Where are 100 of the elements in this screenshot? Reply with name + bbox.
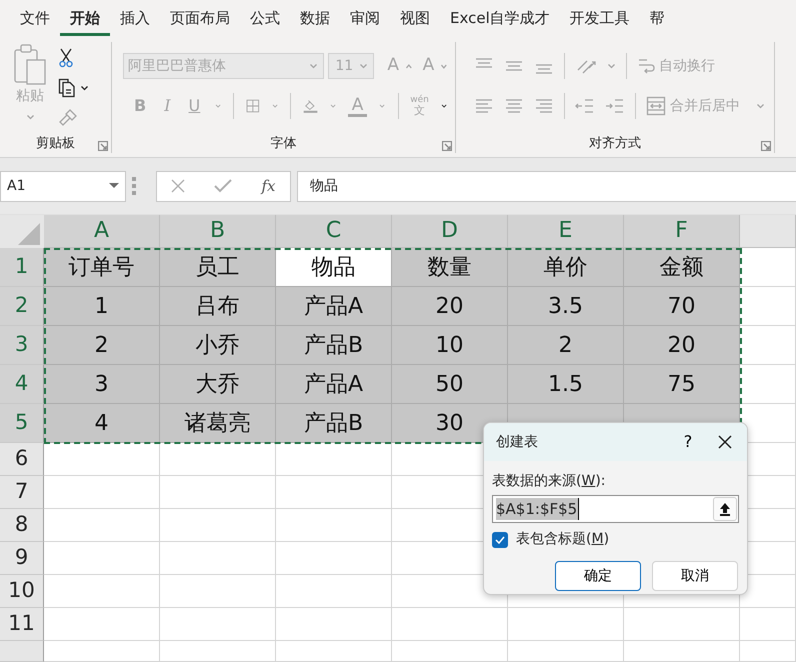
table-cell: 1.5 <box>508 365 624 404</box>
row-header[interactable]: 3 <box>0 326 44 365</box>
menu-tab[interactable]: 页面布局 <box>160 0 240 36</box>
menu-tab[interactable]: 审阅 <box>340 0 390 36</box>
row-header[interactable] <box>0 641 44 662</box>
merge-cells-icon[interactable] <box>646 96 666 116</box>
table-cell: 3.5 <box>508 287 624 326</box>
column-header[interactable]: C <box>276 215 392 248</box>
range-value: $A$1:$F$5 <box>496 498 580 520</box>
table-cell: 产品B <box>276 326 392 365</box>
paste-icon[interactable] <box>12 42 48 86</box>
close-icon[interactable] <box>718 435 732 449</box>
row-header[interactable]: 7 <box>0 476 44 509</box>
table-cell <box>740 248 796 287</box>
column-header[interactable]: E <box>508 215 624 248</box>
enter-check-icon[interactable] <box>214 179 232 193</box>
table-cell: 诸葛亮 <box>160 404 276 443</box>
help-button[interactable]: ? <box>673 429 703 455</box>
table-cell: 数量 <box>392 248 508 287</box>
table-cell: 10 <box>392 326 508 365</box>
checkbox[interactable] <box>492 532 508 548</box>
caret-icon[interactable] <box>80 84 89 92</box>
align-center-icon[interactable] <box>504 97 524 115</box>
table-cell <box>740 287 796 326</box>
caret-icon[interactable] <box>440 102 448 110</box>
table-cell: 20 <box>624 326 740 365</box>
field-label: 表数据的来源(W): <box>492 473 606 489</box>
cancel-icon[interactable] <box>171 179 186 193</box>
table-cell: 50 <box>392 365 508 404</box>
column-header[interactable]: A <box>44 215 160 248</box>
grip-icon <box>132 177 136 195</box>
table-cell <box>740 365 796 404</box>
font-name-value: 阿里巴巴普惠体 <box>128 56 226 76</box>
column-header[interactable]: B <box>160 215 276 248</box>
menu-tab[interactable]: 数据 <box>290 0 340 36</box>
scissors-icon[interactable] <box>58 48 74 68</box>
table-cell: 大乔 <box>160 365 276 404</box>
table-cell: 吕布 <box>160 287 276 326</box>
column-header[interactable]: F <box>624 215 740 248</box>
dialog-launcher-icon[interactable] <box>442 141 452 151</box>
column-header[interactable]: D <box>392 215 508 248</box>
table-cell: 4 <box>44 404 160 443</box>
row-header[interactable]: 10 <box>0 575 44 608</box>
table-cell: 单价 <box>508 248 624 287</box>
select-all-icon[interactable] <box>0 215 44 248</box>
table-cell: 小乔 <box>160 326 276 365</box>
row-header[interactable]: 9 <box>0 542 44 575</box>
table-cell: 20 <box>392 287 508 326</box>
increase-indent-icon[interactable] <box>605 97 625 115</box>
caret-up-icon[interactable] <box>406 64 412 68</box>
table-cell <box>740 608 796 641</box>
menu-tab[interactable]: Excel自学成才 <box>440 0 560 36</box>
row-header[interactable]: 11 <box>0 608 44 641</box>
table-cell: 订单号 <box>44 248 160 287</box>
row-header[interactable]: 4 <box>0 365 44 404</box>
range-field[interactable]: $A$1:$F$5 <box>492 495 739 523</box>
ok-button[interactable]: 确定 <box>555 561 641 591</box>
group-label: 对齐方式 <box>589 136 641 151</box>
table-cell: 产品A <box>276 287 392 326</box>
table-cell: 产品A <box>276 365 392 404</box>
table-cell: 1 <box>44 287 160 326</box>
dropdown-arrow-icon[interactable] <box>109 183 119 189</box>
decrease-indent-icon[interactable] <box>575 97 595 115</box>
align-right-icon[interactable] <box>534 97 554 115</box>
cancel-button[interactable]: 取消 <box>652 561 738 591</box>
font-size-value: 11 <box>335 56 354 76</box>
menu-tab[interactable]: 插入 <box>110 0 160 36</box>
row-header[interactable]: 8 <box>0 509 44 542</box>
menu-tab[interactable]: 帮 <box>640 0 675 36</box>
row-header[interactable]: 6 <box>0 443 44 476</box>
menu-tab[interactable]: 公式 <box>240 0 290 36</box>
table-cell: 员工 <box>160 248 276 287</box>
menu-tab[interactable]: 文件 <box>10 0 60 36</box>
copy-icon[interactable] <box>58 78 76 98</box>
upload-arrow-icon <box>719 502 731 516</box>
formula-field[interactable]: 物品 <box>297 170 796 202</box>
collapse-button[interactable] <box>713 497 737 521</box>
name-box[interactable]: A1 <box>0 170 126 202</box>
checkbox-label: 表包含标题(M) <box>516 530 610 549</box>
table-cell: 金额 <box>624 248 740 287</box>
table-cell: 物品 <box>276 248 392 287</box>
table-cell: 2 <box>44 326 160 365</box>
group-label: 字体 <box>270 136 296 151</box>
table-cell <box>740 641 796 662</box>
menu-tab[interactable]: 视图 <box>390 0 440 36</box>
row-header[interactable]: 2 <box>0 287 44 326</box>
name-box-value: A1 <box>7 176 26 196</box>
formula-value: 物品 <box>310 176 338 196</box>
align-left-icon[interactable] <box>474 97 494 115</box>
table-cell: 70 <box>624 287 740 326</box>
insert-function-button[interactable]: fx <box>261 174 276 198</box>
table-cell: 2 <box>508 326 624 365</box>
column-header[interactable] <box>740 215 796 248</box>
menu-tab[interactable]: 开发工具 <box>560 0 640 36</box>
table-cell: 产品B <box>276 404 392 443</box>
table-cell <box>740 326 796 365</box>
row-header[interactable]: 1 <box>0 248 44 287</box>
row-header[interactable]: 5 <box>0 404 44 443</box>
dialog-launcher-icon[interactable] <box>761 141 771 151</box>
dialog-launcher-icon[interactable] <box>98 141 108 151</box>
